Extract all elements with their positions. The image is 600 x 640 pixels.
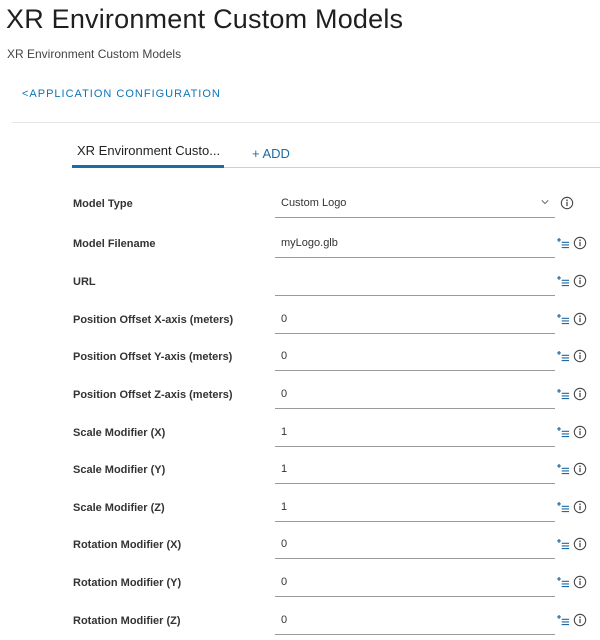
field-label: Position Offset Z-axis (meters) (73, 388, 233, 401)
form-row: Position Offset Y-axis (meters) (0, 343, 600, 373)
form-row: Scale Modifier (X) (0, 419, 600, 449)
text-input[interactable] (281, 426, 531, 438)
text-field (275, 496, 555, 522)
info-icon[interactable] (573, 387, 587, 401)
form-row: Model Filename (0, 230, 600, 260)
text-field (275, 609, 555, 635)
text-field (275, 232, 555, 258)
text-input[interactable] (281, 463, 531, 475)
field-label: URL (73, 275, 96, 288)
tab-bar: XR Environment Custo... + ADD (72, 138, 600, 168)
add-list-icon[interactable] (556, 350, 570, 363)
form-row: Rotation Modifier (Z) (0, 607, 600, 637)
text-field (275, 571, 555, 597)
text-input[interactable] (281, 237, 531, 249)
model-type-select[interactable]: Custom Logo (275, 192, 555, 218)
chevron-down-icon (541, 200, 549, 205)
info-icon[interactable] (573, 500, 587, 514)
add-tab-button[interactable]: + ADD (252, 141, 290, 171)
add-list-icon[interactable] (556, 237, 570, 250)
add-list-icon[interactable] (556, 501, 570, 514)
info-icon[interactable] (573, 312, 587, 326)
add-list-icon[interactable] (556, 538, 570, 551)
info-icon[interactable] (573, 274, 587, 288)
tab-xr-environment-custom-models[interactable]: XR Environment Custo... (72, 138, 224, 168)
tab-label: XR Environment Custo... (77, 143, 221, 158)
model-type-value: Custom Logo (281, 197, 347, 209)
info-icon[interactable] (573, 462, 587, 476)
info-icon[interactable] (573, 236, 587, 250)
info-icon[interactable] (573, 425, 587, 439)
text-field (275, 345, 555, 371)
field-label: Rotation Modifier (X) (73, 538, 182, 551)
page-subtitle: XR Environment Custom Models (7, 47, 182, 61)
active-tab-indicator (72, 165, 224, 168)
add-list-icon[interactable] (556, 426, 570, 439)
add-list-icon[interactable] (556, 614, 570, 627)
field-label: Scale Modifier (Z) (73, 501, 165, 514)
info-icon[interactable] (560, 196, 574, 210)
form-row: Scale Modifier (Z) (0, 494, 600, 524)
divider (12, 122, 600, 123)
form-row: Position Offset X-axis (meters) (0, 306, 600, 336)
text-input[interactable] (281, 538, 531, 550)
info-icon[interactable] (573, 349, 587, 363)
text-input[interactable] (281, 275, 531, 287)
text-input[interactable] (281, 313, 531, 325)
add-list-icon[interactable] (556, 275, 570, 288)
text-input[interactable] (281, 501, 531, 513)
add-list-icon[interactable] (556, 313, 570, 326)
form-row: Scale Modifier (Y) (0, 456, 600, 486)
add-list-icon[interactable] (556, 388, 570, 401)
text-input[interactable] (281, 388, 531, 400)
text-field (275, 458, 555, 484)
form-row: Position Offset Z-axis (meters) (0, 381, 600, 411)
back-link-application-configuration[interactable]: <APPLICATION CONFIGURATION (22, 88, 221, 100)
info-icon[interactable] (573, 575, 587, 589)
text-field (275, 270, 555, 296)
page-title: XR Environment Custom Models (6, 4, 404, 34)
field-label: Scale Modifier (Y) (73, 463, 166, 476)
text-field (275, 383, 555, 409)
info-icon[interactable] (573, 613, 587, 627)
text-input[interactable] (281, 614, 531, 626)
field-label: Position Offset X-axis (meters) (73, 313, 234, 326)
form-row: Rotation Modifier (Y) (0, 569, 600, 599)
field-label: Scale Modifier (X) (73, 426, 166, 439)
info-icon[interactable] (573, 537, 587, 551)
field-label: Position Offset Y-axis (meters) (73, 350, 233, 363)
field-label: Rotation Modifier (Z) (73, 614, 181, 627)
add-list-icon[interactable] (556, 576, 570, 589)
field-label: Rotation Modifier (Y) (73, 576, 182, 589)
text-field (275, 533, 555, 559)
add-list-icon[interactable] (556, 463, 570, 476)
form-row: URL (0, 268, 600, 298)
text-field (275, 308, 555, 334)
text-field (275, 421, 555, 447)
text-input[interactable] (281, 576, 531, 588)
field-label: Model Type (73, 197, 133, 210)
field-label: Model Filename (73, 237, 156, 250)
form-row-model-type: Model Type Custom Logo (0, 190, 600, 220)
form-row: Rotation Modifier (X) (0, 531, 600, 561)
text-input[interactable] (281, 350, 531, 362)
